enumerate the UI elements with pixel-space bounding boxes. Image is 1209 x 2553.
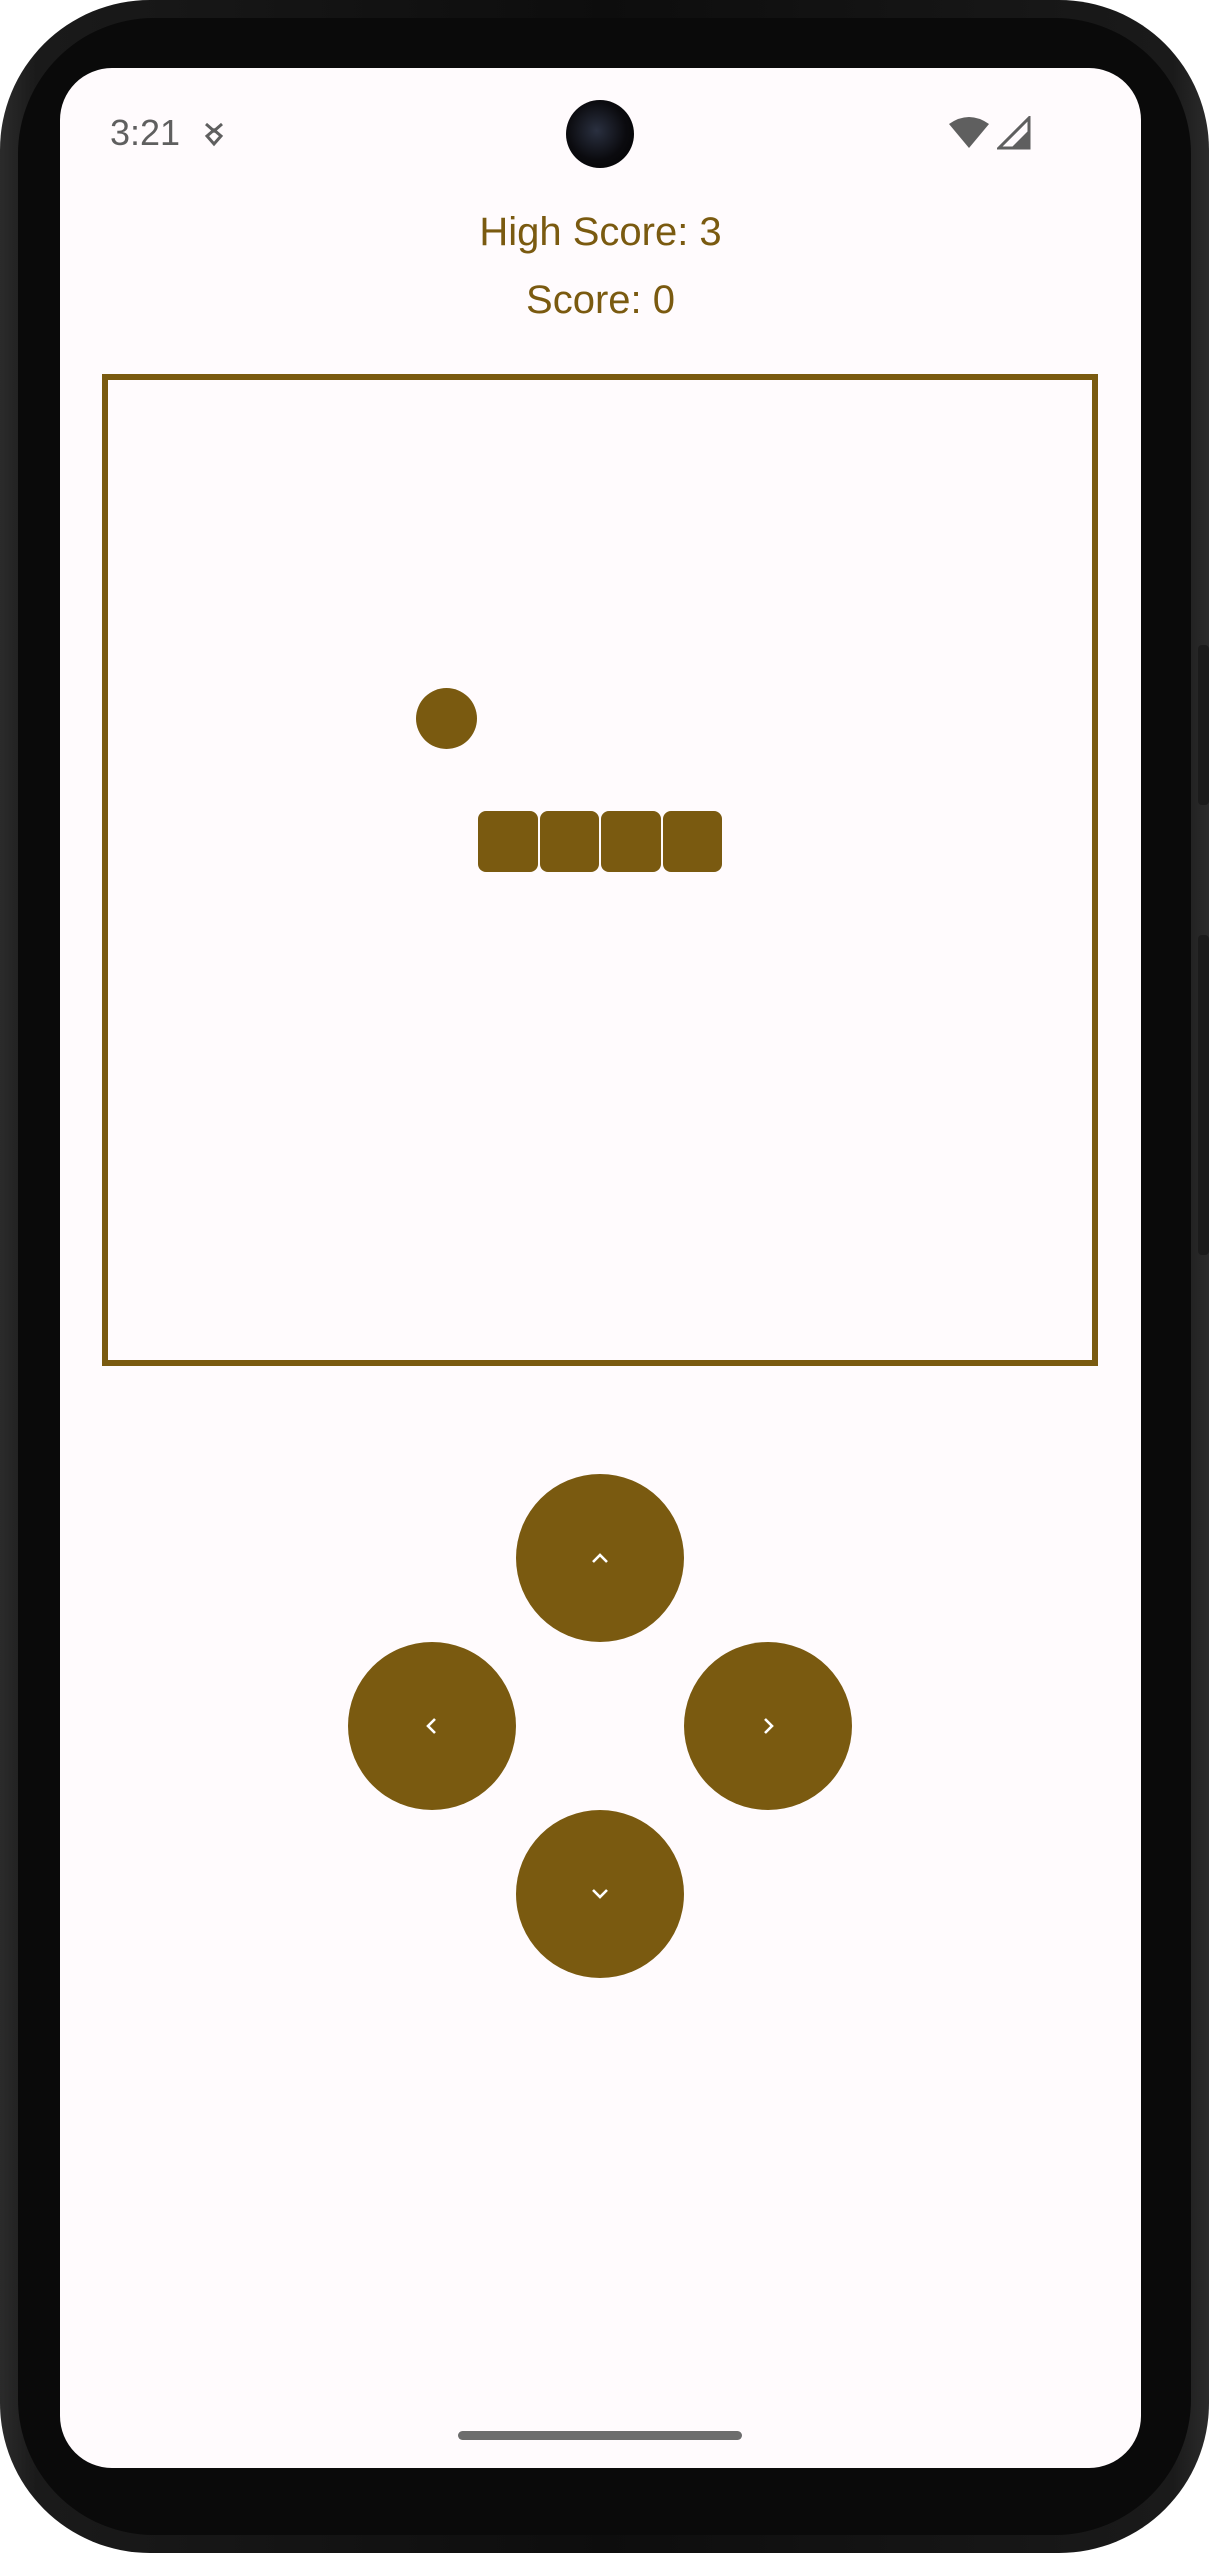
food-pellet xyxy=(415,687,477,749)
snake-segment xyxy=(601,810,661,872)
chevron-down-icon xyxy=(592,1889,608,1899)
front-camera xyxy=(566,100,634,168)
left-button[interactable] xyxy=(348,1642,516,1810)
snake-head xyxy=(662,810,722,872)
score-panel: High Score: 3 Score: 0 xyxy=(60,198,1141,334)
volume-button xyxy=(1198,645,1209,805)
status-icons xyxy=(947,114,1031,155)
power-button xyxy=(1198,935,1209,1255)
notification-icon xyxy=(202,118,226,148)
cellular-signal-icon xyxy=(995,114,1031,155)
status-bar: 3:21 xyxy=(60,68,1141,198)
wifi-icon xyxy=(947,116,991,155)
snake-segment xyxy=(539,810,599,872)
screen: 3:21 High Score: 3 Score: 0 xyxy=(60,68,1141,2468)
status-time: 3:21 xyxy=(110,112,181,153)
chevron-left-icon xyxy=(426,1718,436,1734)
game-board[interactable] xyxy=(102,374,1098,1366)
chevron-right-icon xyxy=(764,1718,774,1734)
snake-segment xyxy=(478,810,538,872)
score-label: Score: 0 xyxy=(526,278,675,322)
up-button[interactable] xyxy=(516,1474,684,1642)
phone-frame: 3:21 High Score: 3 Score: 0 xyxy=(0,0,1209,2553)
gesture-nav-handle[interactable] xyxy=(458,2431,742,2440)
down-button[interactable] xyxy=(516,1810,684,1978)
right-button[interactable] xyxy=(684,1642,852,1810)
high-score-label: High Score: 3 xyxy=(479,210,722,254)
chevron-up-icon xyxy=(592,1553,608,1563)
